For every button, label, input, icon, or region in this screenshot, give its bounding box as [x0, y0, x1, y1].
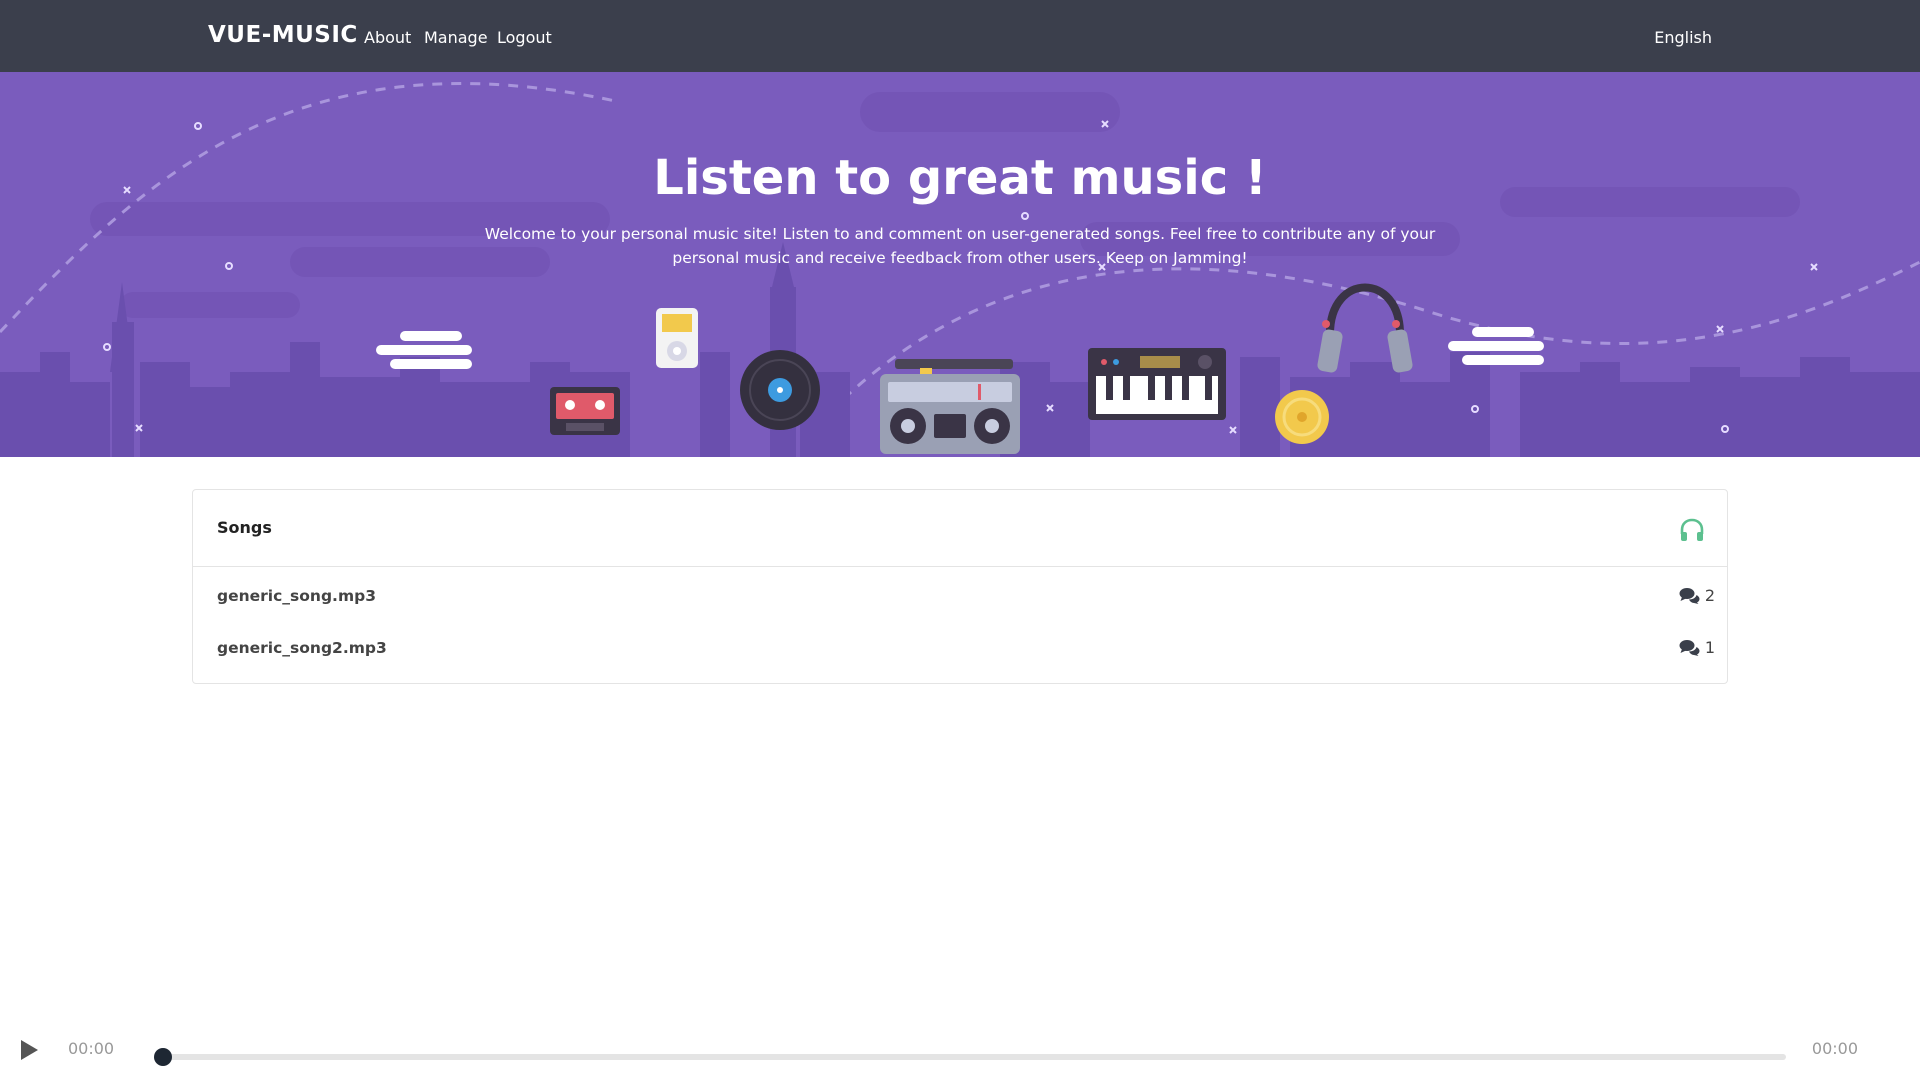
headphones-icon: [1680, 518, 1704, 541]
song-name[interactable]: generic_song2.mp3: [217, 639, 387, 657]
comment-count: 1: [1704, 638, 1715, 657]
comment-count: 2: [1704, 586, 1715, 605]
progress-handle[interactable]: [154, 1048, 172, 1066]
song-row[interactable]: generic_song.mp3 2: [193, 575, 1727, 619]
comments-icon: [1679, 640, 1700, 656]
current-time: 00:00: [68, 1039, 115, 1058]
nav-logout-link[interactable]: Logout: [497, 28, 552, 47]
hero-subtitle: Welcome to your personal music site! Lis…: [484, 225, 1436, 267]
comments-icon: [1679, 588, 1700, 604]
hero-banner: Listen to great music ! Welcome to your …: [0, 72, 1920, 457]
audio-player: 00:00 00:00: [0, 1028, 1920, 1080]
songs-panel-header: Songs: [193, 490, 1727, 567]
brand-logo[interactable]: VUE-MUSIC: [208, 22, 358, 48]
language-selector[interactable]: English: [1654, 28, 1712, 47]
play-icon[interactable]: [18, 1039, 40, 1061]
song-name[interactable]: generic_song.mp3: [217, 587, 376, 605]
top-navbar: VUE-MUSIC About Manage Logout English: [0, 0, 1920, 72]
songs-panel-title: Songs: [217, 518, 272, 537]
nav-about-link[interactable]: About: [364, 28, 411, 47]
hero-title: Listen to great music !: [653, 150, 1267, 206]
progress-track[interactable]: [163, 1054, 1786, 1060]
song-row[interactable]: generic_song2.mp3 1: [193, 627, 1727, 671]
nav-manage-link[interactable]: Manage: [424, 28, 488, 47]
comment-count-badge: 1: [1679, 638, 1715, 657]
comment-count-badge: 2: [1679, 586, 1715, 605]
songs-panel: Songs generic_song.mp3 2 generic_song2.m…: [192, 489, 1728, 684]
duration-time: 00:00: [1811, 1039, 1858, 1058]
